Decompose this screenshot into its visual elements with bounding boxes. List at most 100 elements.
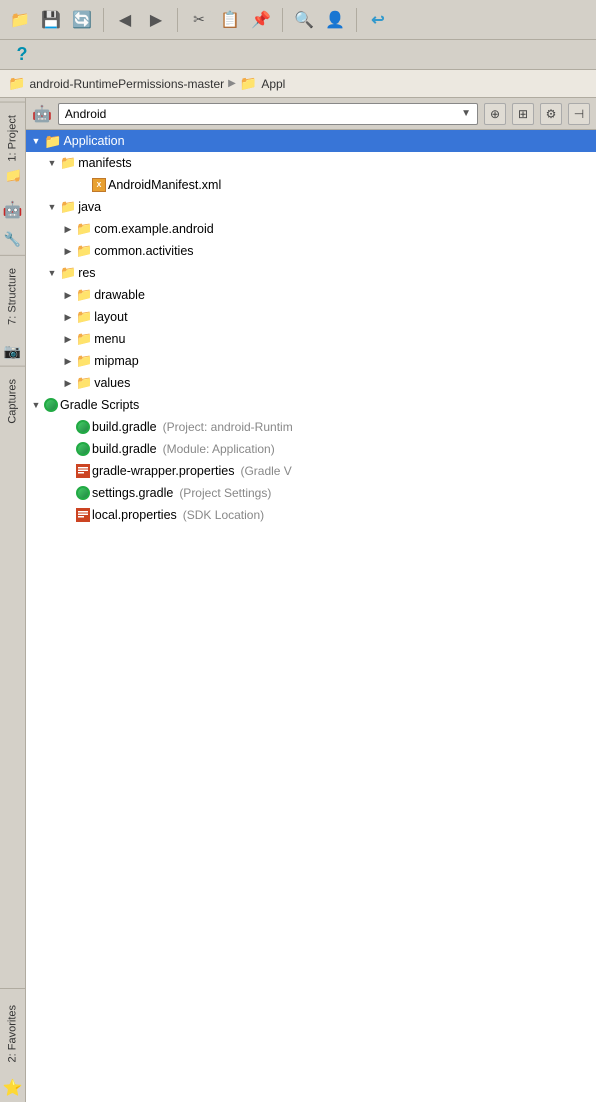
gradle-file-icon-2 [76,442,90,456]
tree-item-drawable[interactable]: 📁 drawable [26,284,596,306]
tree-item-com-example[interactable]: 📁 com.example.android [26,218,596,240]
tree-label-build-gradle-proj: build.gradle [92,420,157,434]
gradle-file-icon-1 [76,420,90,434]
copy-button[interactable]: 📋 [216,6,244,34]
refresh-button[interactable]: 🔄 [68,6,96,34]
sidebar-item-structure[interactable]: 7: Structure [0,255,25,337]
expand-arrow-com-example[interactable] [62,223,74,235]
tree-label-build-gradle-app: build.gradle [92,442,157,456]
android-robot-icon: 🤖 [2,199,24,221]
camera-icon: 📷 [2,340,24,362]
forward-button[interactable]: ▶ [142,6,170,34]
tree-item-application[interactable]: 📁 Application [26,130,596,152]
sidebar-item-project[interactable]: 📁 1: Project [0,102,25,195]
back-button[interactable]: ◀ [111,6,139,34]
main-row: 📁 1: Project 🤖 🔧 7: Structure 📷 Captures… [0,98,596,1102]
open-folder-button[interactable]: 📁 [6,6,34,34]
user-button[interactable]: 👤 [321,6,349,34]
tree-sublabel-settings-gradle: (Project Settings) [179,486,271,500]
tree-item-build-gradle-app[interactable]: build.gradle (Module: Application) [26,438,596,460]
tree-item-layout[interactable]: 📁 layout [26,306,596,328]
breadcrumb-folder-icon: 📁 [8,75,25,92]
toolbar-sep-4 [356,8,357,32]
breadcrumb-arrow: ▶ [228,78,236,89]
tree-sublabel-build-gradle-proj: (Project: android-Runtim [163,420,293,434]
tree-item-manifests[interactable]: 📁 manifests [26,152,596,174]
toolbar: 📁 💾 🔄 ◀ ▶ ✂ 📋 📌 🔍 👤 ↩ [0,0,596,40]
expand-arrow-drawable[interactable] [62,289,74,301]
tree-item-gradle-scripts[interactable]: Gradle Scripts [26,394,596,416]
expand-arrow-values[interactable] [62,377,74,389]
tree-label-androidmanifest: AndroidManifest.xml [108,178,221,192]
breadcrumb-item-1[interactable]: android-RuntimePermissions-master [29,77,224,91]
android-dropdown-icon: 🤖 [32,104,52,124]
xml-file-icon: X [92,178,106,192]
tree-spacer [26,526,596,726]
tree-item-build-gradle-proj[interactable]: build.gradle (Project: android-Runtim [26,416,596,438]
android-dropdown[interactable]: Android ▼ [58,103,478,125]
favorites-section: 2: Favorites ⭐ [0,988,25,1102]
search-button[interactable]: 🔍 [290,6,318,34]
import-button[interactable]: ↩ [364,6,392,34]
gradle-file-icon-3 [76,486,90,500]
tree-label-com-example: com.example.android [94,222,214,236]
tree-item-common-activities[interactable]: 📁 common.activities [26,240,596,262]
tree-item-settings-gradle[interactable]: settings.gradle (Project Settings) [26,482,596,504]
tree-sublabel-local-properties: (SDK Location) [183,508,264,522]
expand-arrow-res[interactable] [46,267,58,279]
tree-item-mipmap[interactable]: 📁 mipmap [26,350,596,372]
tree-label-common-activities: common.activities [94,244,193,258]
expand-arrow-gradle[interactable] [30,399,42,411]
structure-icon: 🔧 [2,229,24,251]
toolbar-sep-2 [177,8,178,32]
tree-item-values[interactable]: 📁 values [26,372,596,394]
tree-item-local-properties[interactable]: local.properties (SDK Location) [26,504,596,526]
tree-item-gradle-wrapper[interactable]: gradle-wrapper.properties (Gradle V [26,460,596,482]
toolbar-sep-3 [282,8,283,32]
folder-icon-java: 📁 [60,199,76,215]
breadcrumb-item-2[interactable]: Appl [261,77,285,91]
panel-header: 🤖 Android ▼ ⊕ ⊞ ⚙ ⊣ [26,98,596,130]
collapse-button[interactable]: ⊣ [568,103,590,125]
save-button[interactable]: 💾 [37,6,65,34]
expand-arrow-layout[interactable] [62,311,74,323]
tree-item-java[interactable]: 📁 java [26,196,596,218]
expand-arrow-mipmap[interactable] [62,355,74,367]
tree-view[interactable]: 📁 Application 📁 manifests X AndroidManif… [26,130,596,1102]
sidebar-item-captures[interactable]: Captures [0,366,25,436]
tree-label-manifests: manifests [78,156,132,170]
help-button[interactable]: ? [8,41,36,69]
tree-item-androidmanifest[interactable]: X AndroidManifest.xml [26,174,596,196]
expand-arrow-manifests[interactable] [46,157,58,169]
expand-arrow-menu[interactable] [62,333,74,345]
cut-button[interactable]: ✂ [185,6,213,34]
folder-icon-menu: 📁 [76,331,92,347]
tree-sublabel-gradle-wrapper: (Gradle V [240,464,291,478]
tree-label-settings-gradle: settings.gradle [92,486,173,500]
props-file-icon-2 [76,508,90,522]
left-sidebar: 📁 1: Project 🤖 🔧 7: Structure 📷 Captures… [0,98,26,1102]
project-tab-label: 1: Project [7,115,19,161]
gradle-scripts-icon [44,398,58,412]
tree-item-res[interactable]: 📁 res [26,262,596,284]
expand-arrow-application[interactable] [30,135,42,147]
tree-label-layout: layout [94,310,127,324]
filter-button[interactable]: ⊞ [512,103,534,125]
sync-button[interactable]: ⊕ [484,103,506,125]
breadcrumb: 📁 android-RuntimePermissions-master ▶ 📁 … [0,70,596,98]
settings-button[interactable]: ⚙ [540,103,562,125]
tree-label-res: res [78,266,95,280]
expand-arrow-java[interactable] [46,201,58,213]
favorites-tab-label: 2: Favorites [7,1005,19,1062]
dropdown-arrow-icon: ▼ [461,108,471,119]
folder-icon-res: 📁 [60,265,76,281]
folder-icon-common-activities: 📁 [76,243,92,259]
sidebar-item-favorites[interactable]: 2: Favorites [0,993,25,1074]
tree-label-mipmap: mipmap [94,354,138,368]
tree-label-local-properties: local.properties [92,508,177,522]
tree-item-menu[interactable]: 📁 menu [26,328,596,350]
expand-arrow-common-activities[interactable] [62,245,74,257]
project-icon: 📁 [5,165,21,182]
paste-button[interactable]: 📌 [247,6,275,34]
folder-icon-manifests: 📁 [60,155,76,171]
